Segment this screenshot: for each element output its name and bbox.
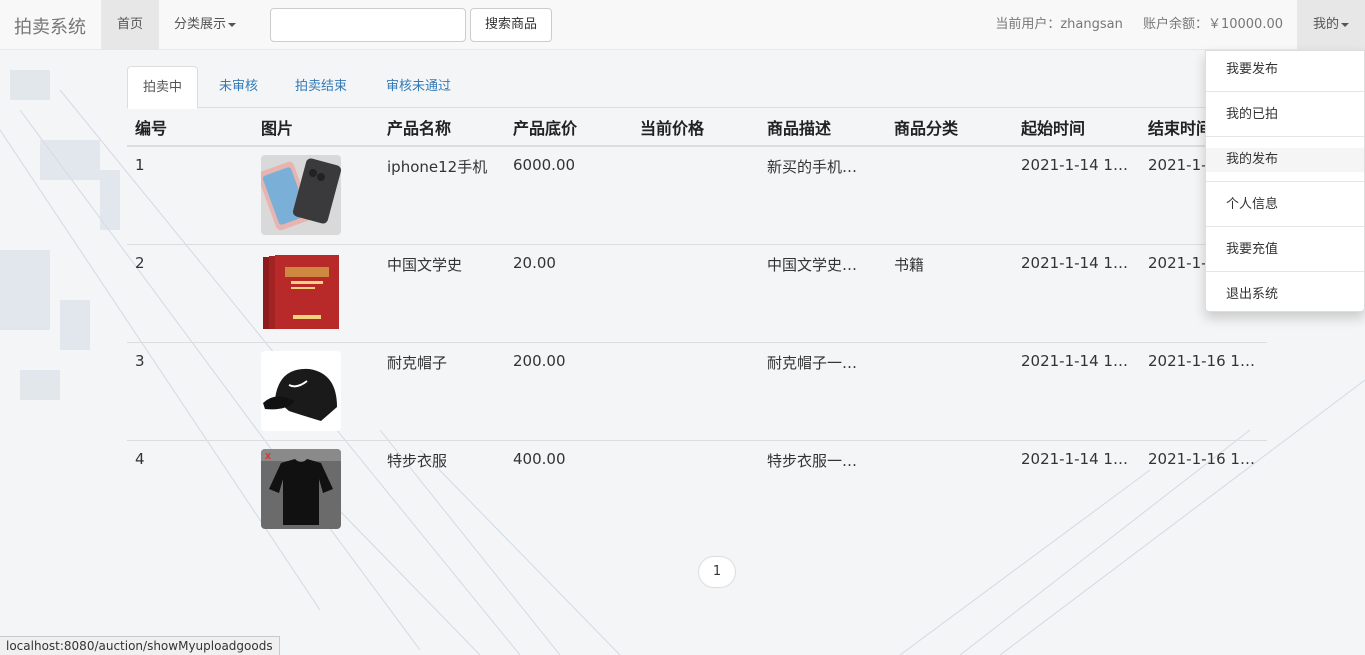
tab-review-failed[interactable]: 审核未通过 <box>371 66 466 108</box>
cell-name: 耐克帽子 <box>379 342 505 441</box>
cell-name: 特步衣服 <box>379 440 505 538</box>
menu-divider <box>1206 226 1364 227</box>
cell-category: 书籍 <box>886 244 1013 343</box>
header-id: 编号 <box>127 108 253 147</box>
menu-item-my-bids[interactable]: 我的已拍 <box>1206 103 1364 127</box>
current-user-text: 当前用户：zhangsan <box>995 17 1123 32</box>
cell-name: iphone12手机 <box>379 145 505 245</box>
caret-down-icon <box>228 22 237 27</box>
user-info: 当前用户：zhangsan 账户余额：￥10000.00 <box>979 0 1283 50</box>
main-content: 拍卖中 未审核 拍卖结束 审核未通过 编号 图片 产品名称 产品底价 当前价格 … <box>127 66 1267 538</box>
menu-item-my-uploads[interactable]: 我的发布 <box>1206 148 1364 172</box>
cell-end-time: 2021-1-16 1… <box>1140 342 1267 441</box>
cell-start-time: 2021-1-14 1… <box>1013 440 1140 538</box>
cell-category <box>886 342 1013 441</box>
mine-dropdown-menu: 我要发布 我的已拍 我的发布 个人信息 我要充值 退出系统 <box>1205 50 1365 312</box>
header-name: 产品名称 <box>379 108 505 147</box>
cell-current-price <box>632 342 759 441</box>
shirt-image[interactable]: X <box>261 449 341 529</box>
nav-mine-label: 我的 <box>1312 17 1339 32</box>
nav-home[interactable]: 首页 <box>101 0 159 50</box>
cell-start-time: 2021-1-14 1… <box>1013 342 1140 441</box>
header-current-price: 当前价格 <box>632 108 759 147</box>
header-start-time: 起始时间 <box>1013 108 1140 147</box>
nav-mine-dropdown[interactable]: 我的 <box>1297 0 1365 50</box>
cell-base-price: 200.00 <box>505 342 632 441</box>
status-tabs: 拍卖中 未审核 拍卖结束 审核未通过 <box>127 66 1267 109</box>
table-header-row: 编号 图片 产品名称 产品底价 当前价格 商品描述 商品分类 起始时间 结束时间 <box>127 108 1267 147</box>
caret-down-icon <box>1341 22 1349 27</box>
goods-table: 编号 图片 产品名称 产品底价 当前价格 商品描述 商品分类 起始时间 结束时间… <box>127 108 1267 538</box>
pagination-page-1[interactable]: 1 <box>698 556 736 588</box>
menu-divider <box>1206 136 1364 137</box>
menu-item-recharge[interactable]: 我要充值 <box>1206 238 1364 262</box>
cell-end-time: 2021-1-16 1… <box>1140 440 1267 538</box>
table-row: 2 中国文学史 20.00 中国文学史… 书籍 2021-1-14 1… 202… <box>127 244 1267 343</box>
cell-description: 耐克帽子一… <box>759 342 886 441</box>
book-image[interactable] <box>261 253 341 333</box>
cell-start-time: 2021-1-14 1… <box>1013 145 1140 245</box>
header-image: 图片 <box>253 108 379 147</box>
menu-item-publish[interactable]: 我要发布 <box>1206 58 1364 82</box>
search-input[interactable] <box>270 8 466 42</box>
cell-name: 中国文学史 <box>379 244 505 343</box>
cell-description: 新买的手机… <box>759 145 886 245</box>
cell-category <box>886 145 1013 245</box>
table-row: 3 耐克帽子 200.00 耐克帽子一… 2021-1-14 1… 2021-1… <box>127 342 1267 441</box>
tab-auction-ended[interactable]: 拍卖结束 <box>280 66 362 108</box>
tab-auctioning[interactable]: 拍卖中 <box>127 66 199 109</box>
cell-id: 4 <box>127 440 253 538</box>
cell-base-price: 400.00 <box>505 440 632 538</box>
nav-category-label: 分类展示 <box>174 17 227 32</box>
cell-id: 1 <box>127 145 253 245</box>
cell-base-price: 6000.00 <box>505 145 632 245</box>
nav-category-dropdown[interactable]: 分类展示 <box>159 0 251 50</box>
brand-logo[interactable]: 拍卖系统 <box>14 13 86 39</box>
search-button[interactable]: 搜索商品 <box>470 8 552 42</box>
cell-current-price <box>632 145 759 245</box>
menu-item-logout[interactable]: 退出系统 <box>1206 283 1364 307</box>
cell-base-price: 20.00 <box>505 244 632 343</box>
menu-item-profile[interactable]: 个人信息 <box>1206 193 1364 217</box>
menu-divider <box>1206 91 1364 92</box>
cell-description: 中国文学史… <box>759 244 886 343</box>
header-description: 商品描述 <box>759 108 886 147</box>
cell-start-time: 2021-1-14 1… <box>1013 244 1140 343</box>
browser-status-url: localhost:8080/auction/showMyuploadgoods <box>0 636 280 655</box>
tab-unreviewed[interactable]: 未审核 <box>204 66 273 108</box>
header-category: 商品分类 <box>886 108 1013 147</box>
cap-image[interactable] <box>261 351 341 431</box>
cell-category <box>886 440 1013 538</box>
account-balance-text: 账户余额：￥10000.00 <box>1142 17 1283 32</box>
top-navbar: 拍卖系统 首页 分类展示 搜索商品 当前用户：zhangsan 账户余额：￥10… <box>0 0 1365 50</box>
cell-description: 特步衣服一… <box>759 440 886 538</box>
cell-id: 3 <box>127 342 253 441</box>
header-base-price: 产品底价 <box>505 108 632 147</box>
cell-current-price <box>632 244 759 343</box>
menu-divider <box>1206 271 1364 272</box>
table-row: 1 iphone12手机 6000.00 新买的手机… 2021-1-14 1…… <box>127 145 1267 245</box>
menu-divider <box>1206 181 1364 182</box>
cell-current-price <box>632 440 759 538</box>
cell-id: 2 <box>127 244 253 343</box>
phone-image[interactable] <box>261 155 341 235</box>
table-row: 4 X 特步衣服 400.00 特步衣服一… 2021-1-14 1… 2021… <box>127 440 1267 538</box>
svg-text:X: X <box>265 452 272 461</box>
